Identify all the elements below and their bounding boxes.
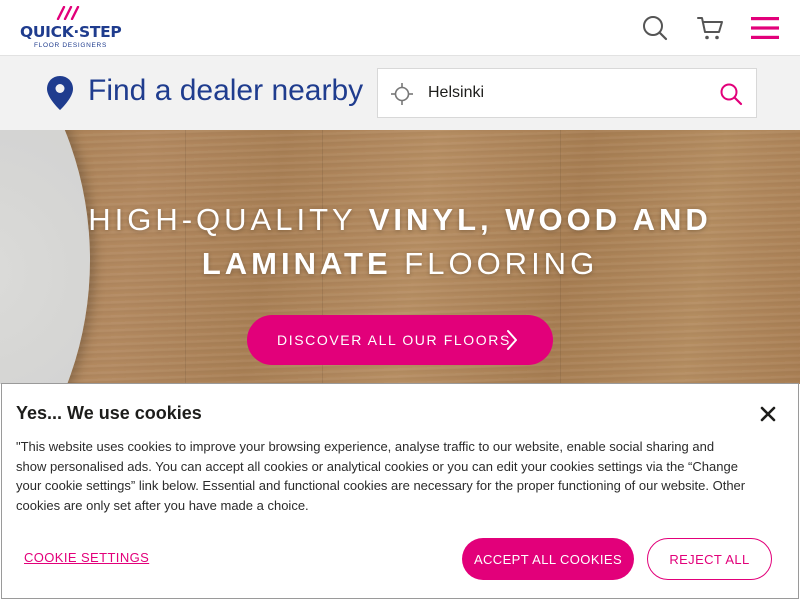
dealer-search-box — [377, 68, 757, 118]
dealer-locator-bar: Find a dealer nearby — [0, 56, 800, 130]
reject-all-cookies-button[interactable]: REJECT ALL — [647, 538, 772, 580]
logo-tagline: FLOOR DESIGNERS — [34, 42, 107, 49]
hero-heading-bold: LAMINATE — [201, 246, 392, 281]
discover-floors-label: DISCOVER ALL OUR FLOORS — [277, 332, 511, 348]
hamburger-menu-icon[interactable] — [751, 14, 779, 42]
cart-icon[interactable] — [696, 14, 724, 42]
locate-crosshair-icon[interactable] — [391, 83, 413, 105]
discover-floors-button[interactable]: DISCOVER ALL OUR FLOORS — [247, 315, 553, 365]
location-pin-icon — [47, 76, 73, 110]
cookie-settings-link[interactable]: COOKIE SETTINGS — [24, 550, 149, 565]
hero-heading-line2: LAMINATE FLOORING — [0, 246, 800, 282]
cookie-consent-banner: Yes... We use cookies "This website uses… — [1, 383, 799, 599]
logo-slashes-icon — [56, 6, 80, 20]
hero-banner: HIGH-QUALITY VINYL, WOOD AND LAMINATE FL… — [0, 130, 800, 384]
dealer-title: Find a dealer nearby — [88, 74, 364, 107]
close-icon[interactable] — [758, 404, 778, 424]
quick-step-logo[interactable]: QUICK·STEP FLOOR DESIGNERS — [20, 6, 122, 50]
hero-heading-thin: HIGH-QUALITY — [88, 202, 369, 237]
cookie-title: Yes... We use cookies — [16, 403, 202, 423]
dealer-location-input[interactable] — [428, 79, 708, 107]
cookie-description: "This website uses cookies to improve yo… — [16, 439, 746, 514]
dealer-search-icon[interactable] — [718, 81, 744, 107]
hero-heading-bold: VINYL, WOOD AND — [368, 202, 712, 237]
search-icon[interactable] — [641, 14, 669, 42]
site-header: QUICK·STEP FLOOR DESIGNERS — [0, 0, 800, 56]
hero-heading-thin: FLOORING — [391, 246, 599, 281]
chevron-right-icon — [507, 330, 517, 350]
logo-wordmark: QUICK·STEP — [20, 23, 122, 41]
hero-heading-line1: HIGH-QUALITY VINYL, WOOD AND — [0, 202, 800, 238]
accept-all-cookies-button[interactable]: ACCEPT ALL COOKIES — [462, 538, 634, 580]
